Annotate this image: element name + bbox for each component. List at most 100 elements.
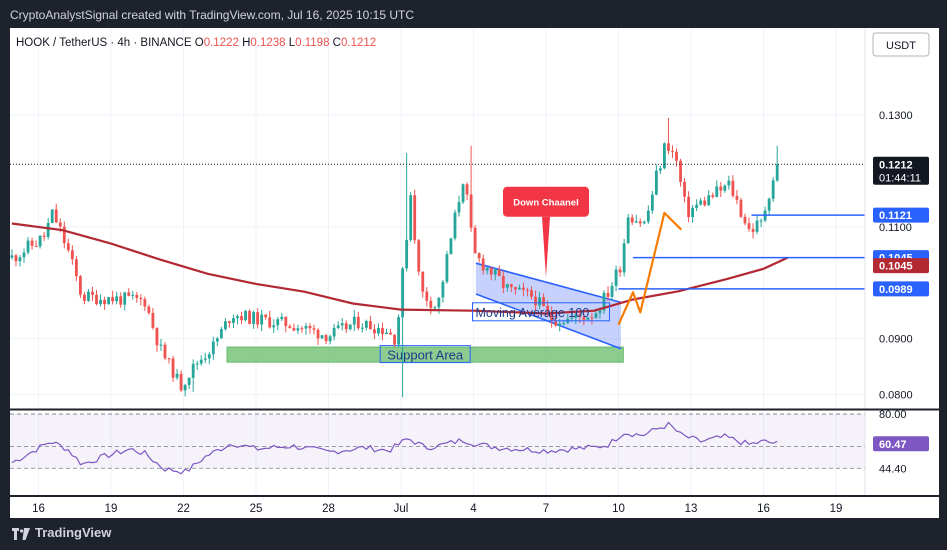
candle-body: [646, 210, 650, 222]
candle-body: [232, 318, 235, 323]
level-price-label: 0.0989: [879, 284, 913, 296]
candle-body: [735, 195, 739, 200]
candle-body: [288, 326, 292, 329]
ma-price-label: 0.1045: [879, 261, 913, 273]
candle-body: [630, 217, 634, 223]
candle-body: [518, 287, 521, 290]
candle-body: [115, 296, 119, 302]
tradingview-logo-icon: [12, 527, 30, 540]
candle-body: [26, 240, 30, 253]
candle-body: [606, 292, 610, 297]
candle-body: [695, 204, 699, 208]
candle-body: [46, 223, 50, 237]
candle-body: [103, 299, 106, 305]
candle-body: [393, 334, 396, 345]
chart-window: CryptoAnalystSignal created with Trading…: [0, 0, 947, 550]
candle-body: [667, 143, 670, 151]
candle-body: [751, 228, 755, 232]
candle-body: [179, 373, 183, 391]
ohlc-legend: HOOK / TetherUS · 4h · BINANCE O0.1222 H…: [16, 37, 376, 49]
candle-body: [421, 271, 425, 292]
candle-body: [312, 328, 316, 330]
candle-body: [509, 284, 513, 288]
price-tick-label: 0.0900: [879, 334, 913, 346]
candle-body: [437, 297, 441, 308]
candle-body: [409, 195, 413, 240]
candle-body: [284, 316, 288, 327]
publisher-caption: CryptoAnalystSignal created with Trading…: [10, 8, 414, 22]
rsi-level-label: 80.00: [879, 409, 907, 421]
price-chart-svg[interactable]: Support Area Moving Average 100 Down Chaan…: [10, 28, 939, 518]
candle-body: [522, 287, 525, 290]
candle-body: [95, 294, 98, 305]
candle-body: [58, 222, 62, 227]
candle-body: [316, 329, 320, 339]
candle-body: [610, 285, 614, 297]
tradingview-brand[interactable]: TradingView: [12, 524, 111, 542]
candle-body: [739, 199, 743, 217]
candle-body: [252, 312, 256, 324]
candle-body: [183, 384, 187, 391]
candle-body: [268, 317, 272, 328]
candle-body: [292, 328, 296, 331]
candle-body: [417, 240, 421, 272]
candle-body: [373, 329, 376, 334]
candle-body: [707, 195, 711, 206]
candle-body: [320, 335, 324, 339]
candle-body: [381, 327, 384, 335]
time-tick-label: 28: [322, 503, 335, 515]
candle-body: [14, 255, 18, 262]
candle-body: [481, 258, 485, 271]
down-channel-pointer: [542, 216, 551, 278]
candle-body: [530, 290, 533, 297]
time-axis[interactable]: 16 19 22 25 28 Jul 4 7 10 13 16 19: [10, 495, 939, 515]
candle-body: [30, 240, 34, 246]
candle-body: [562, 323, 566, 325]
candle-body: [775, 164, 779, 181]
candle-body: [360, 327, 364, 329]
candle-body: [671, 150, 674, 152]
candle-body: [449, 238, 453, 255]
candle-body: [558, 323, 562, 326]
candle-body: [622, 243, 626, 273]
rsi-axis[interactable]: 80.0058.5844.4060.47: [864, 409, 929, 478]
candle-body: [489, 267, 493, 275]
time-tick-label: 16: [32, 503, 45, 515]
candle-body: [276, 319, 280, 326]
candle-body: [598, 310, 602, 314]
candle-body: [469, 194, 473, 228]
candle-body: [759, 220, 763, 222]
candle-body: [377, 327, 380, 334]
candle-body: [87, 291, 90, 301]
candle-body: [465, 184, 469, 195]
candle-body: [78, 276, 82, 295]
candle-body: [405, 239, 409, 269]
time-tick-label: 4: [470, 503, 477, 515]
candle-body: [91, 291, 94, 295]
candle-body: [207, 354, 211, 359]
candle-body: [356, 316, 360, 329]
chart-panel[interactable]: Support Area Moving Average 100 Down Chaan…: [10, 28, 939, 518]
candle-body: [280, 316, 284, 320]
candle-body: [228, 321, 231, 323]
candle-body: [344, 323, 348, 330]
candle-body: [445, 254, 449, 282]
price-axis[interactable]: USDT 0.1300 0.1100 0.0900 0.0800 0.1121 0.1045…: [864, 28, 930, 496]
candle-body: [348, 324, 352, 330]
candle-body: [453, 212, 457, 239]
candle-body: [328, 336, 332, 342]
candle-body: [260, 314, 264, 325]
candle-body: [66, 243, 70, 251]
candle-body: [256, 312, 260, 325]
candle-body: [711, 195, 715, 197]
candle-body: [618, 269, 622, 273]
time-tick-label: 19: [830, 503, 843, 515]
candle-body: [755, 220, 759, 232]
candle-body: [70, 250, 74, 260]
currency-button-label: USDT: [886, 40, 916, 52]
candle-body: [119, 296, 123, 305]
candle-body: [143, 299, 147, 307]
candle-body: [304, 325, 308, 329]
candle-body: [111, 297, 115, 302]
moving-average-label: Moving Average 100: [476, 306, 590, 320]
